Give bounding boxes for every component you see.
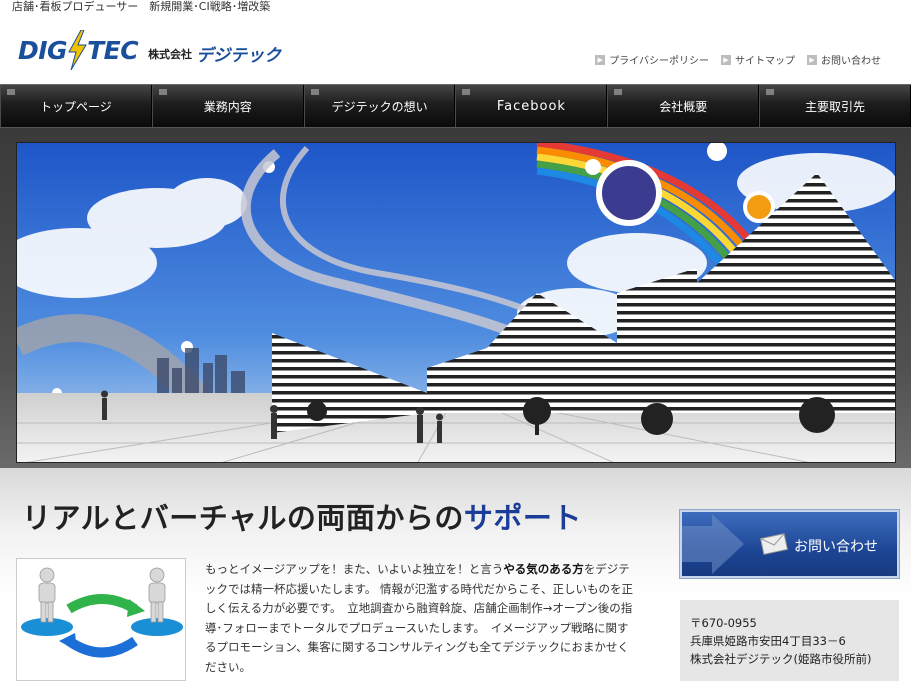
nav-item-services[interactable]: 業務内容 <box>151 85 304 127</box>
address-postal: 〒670-0955 <box>690 616 757 630</box>
site-logo[interactable]: DIG TEC 株式会社 デジテック <box>18 30 281 70</box>
intro-text-1: もっとイメージアップを！また、いよいよ独立を！と言う <box>205 562 504 576</box>
address-line-2: 株式会社デジテック(姫路市役所前) <box>690 652 872 666</box>
lightning-bolt-icon <box>68 30 87 70</box>
site-tagline: 店舗･看板プロデューサー 新規開業･CI戦略･増改築 <box>12 0 271 13</box>
logo-word-left: DIG <box>18 35 68 65</box>
intro-text-bold: やる気のある方 <box>503 562 584 576</box>
util-link-label: サイトマップ <box>735 56 795 67</box>
logo-word-right: TEC <box>87 35 139 65</box>
intro-text-2: をデジテックでは精一杯応援いたします。 情報が氾濫する時代だからこそ、正しいもの… <box>205 562 634 674</box>
envelope-icon <box>760 533 788 555</box>
company-address: 〒670-0955 兵庫県姫路市安田4丁目33－6 株式会社デジテック(姫路市役… <box>680 600 899 681</box>
nav-item-philosophy[interactable]: デジテックの想い <box>303 85 456 127</box>
address-line-1: 兵庫県姫路市安田4丁目33－6 <box>690 634 846 648</box>
page: 店舗･看板プロデューサー 新規開業･CI戦略･増改築 DIG TEC 株式会社 … <box>0 0 911 681</box>
intro-paragraph: もっとイメージアップを！また、いよいよ独立を！と言うやる気のある方をデジテックで… <box>205 560 635 677</box>
hero-illustration <box>17 143 895 462</box>
logo-wordmark: DIG TEC <box>18 30 139 70</box>
contact-button-label: お問い合わせ <box>794 539 878 555</box>
main-headline: リアルとバーチャルの両面からのサポート <box>22 495 582 537</box>
hero-image <box>16 142 896 463</box>
util-link-sitemap[interactable]: ▶ サイトマップ <box>721 52 795 67</box>
people-cycle-icon <box>21 567 183 658</box>
arrow-right-icon: ▶ <box>721 54 731 65</box>
logo-kaisha: 株式会社 <box>148 48 193 61</box>
arrow-right-icon: ▶ <box>595 54 606 65</box>
headline-prefix: リアルとバーチャルの両面からの <box>22 501 464 535</box>
contact-button[interactable]: お問い合わせ <box>680 510 899 578</box>
util-link-privacy[interactable]: ▶ プライバシーポリシー <box>595 52 709 67</box>
nav-item-top[interactable]: トップページ <box>0 85 152 127</box>
main-nav: トップページ 業務内容 デジテックの想い Facebook 会社概要 主要取引先 <box>0 84 911 128</box>
nav-item-clients[interactable]: 主要取引先 <box>759 85 911 127</box>
support-illustration <box>16 558 186 681</box>
util-link-label: お問い合わせ <box>821 56 881 67</box>
nav-item-company[interactable]: 会社概要 <box>607 85 760 127</box>
headline-accent: サポート <box>463 501 582 535</box>
nav-item-facebook[interactable]: Facebook <box>455 85 608 127</box>
logo-kana: デジテック <box>196 45 282 66</box>
util-link-label: プライバシーポリシー <box>609 56 709 67</box>
util-link-contact[interactable]: ▶ お問い合わせ <box>807 52 881 67</box>
utility-links: ▶ プライバシーポリシー ▶ サイトマップ ▶ お問い合わせ <box>595 52 881 67</box>
arrow-right-icon: ▶ <box>807 54 817 65</box>
